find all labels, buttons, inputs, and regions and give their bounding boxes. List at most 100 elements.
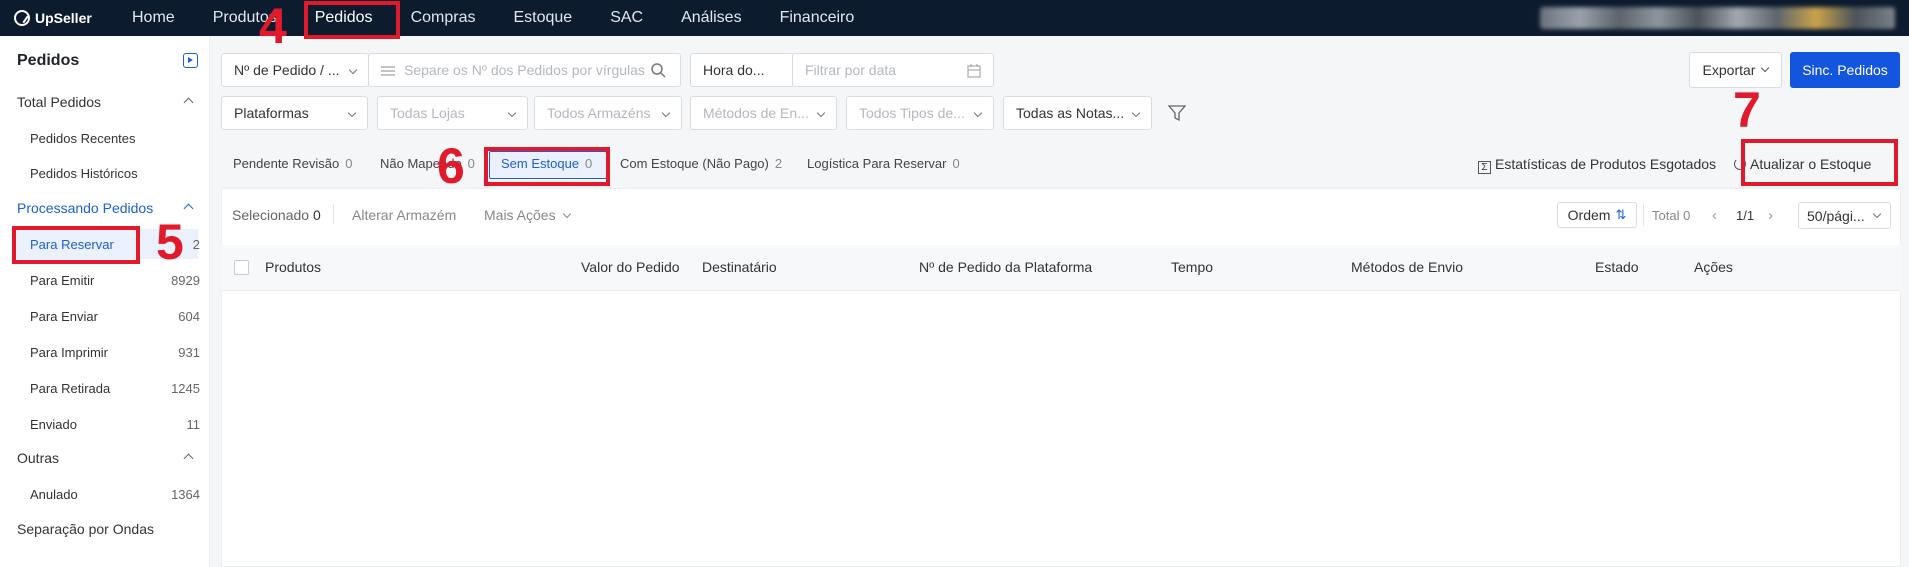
sidebar-item-separacao-ondas[interactable]: Separação por Ondas bbox=[0, 514, 210, 544]
sidebar-group-total-pedidos[interactable]: Total Pedidos bbox=[0, 87, 210, 117]
sidebar-group-label: Total Pedidos bbox=[17, 94, 102, 110]
sidebar-item-label: Enviado bbox=[30, 416, 77, 432]
select-value: Hora do... bbox=[703, 62, 765, 78]
ordem-button[interactable]: Ordem ⇅ bbox=[1557, 202, 1637, 228]
date-filter-input[interactable]: Filtrar por data bbox=[792, 53, 994, 87]
tab-count: 2 bbox=[774, 156, 783, 171]
armazens-select[interactable]: Todos Armazéns bbox=[534, 96, 682, 130]
divider bbox=[333, 204, 334, 224]
chevron-down-icon bbox=[973, 108, 983, 118]
sidebar-item-label: Anulado bbox=[30, 486, 78, 502]
date-placeholder: Filtrar por data bbox=[805, 62, 897, 78]
sidebar-item-para-retirada[interactable]: Para Retirada 1245 bbox=[0, 373, 210, 403]
sidebar-group-outras[interactable]: Outras bbox=[0, 443, 210, 473]
metodos-envio-select[interactable]: Métodos de En... bbox=[690, 96, 837, 130]
tab-count: 0 bbox=[952, 156, 960, 171]
chevron-down-icon bbox=[816, 108, 826, 118]
annotation-box-para-reservar bbox=[12, 226, 140, 264]
column-header-valor: Valor do Pedido bbox=[581, 259, 680, 275]
chevron-down-icon bbox=[563, 210, 572, 219]
nav-compras[interactable]: Compras bbox=[411, 0, 476, 36]
link-label: Estatísticas de Produtos Esgotados bbox=[1495, 156, 1717, 172]
annotation-number-7: 7 bbox=[1733, 82, 1761, 138]
tipos-select[interactable]: Todos Tipos de... bbox=[846, 96, 994, 130]
select-value: Todas as Notas... bbox=[1016, 105, 1125, 121]
tab-label: Com Estoque (Não Pago) bbox=[620, 156, 769, 171]
sidebar-item-para-enviar[interactable]: Para Enviar 604 bbox=[0, 301, 210, 331]
column-header-destinatario: Destinatário bbox=[702, 259, 777, 275]
annotation-number-6: 6 bbox=[437, 138, 465, 194]
select-value: 50/pági... bbox=[1807, 208, 1865, 224]
selecionado-label: Selecionado bbox=[232, 207, 310, 223]
sidebar-item-count: 1364 bbox=[171, 486, 200, 502]
sidebar-item-anulado[interactable]: Anulado 1364 bbox=[0, 479, 210, 509]
chevron-up-icon bbox=[183, 97, 194, 108]
nav-analises[interactable]: Análises bbox=[681, 0, 741, 36]
order-type-select[interactable]: Nº de Pedido / ... bbox=[221, 53, 369, 87]
sidebar-collapse-icon[interactable] bbox=[183, 53, 198, 68]
alterar-armazem-button[interactable]: Alterar Armazém bbox=[352, 207, 456, 223]
filter-icon[interactable] bbox=[1168, 104, 1186, 122]
nav-home[interactable]: Home bbox=[132, 0, 175, 36]
next-page-icon[interactable]: › bbox=[1768, 207, 1773, 224]
mais-acoes-dropdown[interactable]: Mais Ações bbox=[484, 207, 572, 223]
sidebar-item-count: 1245 bbox=[171, 380, 200, 396]
select-value: Métodos de En... bbox=[703, 105, 809, 121]
sidebar-item-label: Pedidos Recentes bbox=[30, 130, 136, 146]
nav-financeiro[interactable]: Financeiro bbox=[780, 0, 855, 36]
button-label: Sinc. Pedidos bbox=[1802, 62, 1888, 78]
hora-select[interactable]: Hora do... bbox=[690, 53, 794, 87]
select-all-checkbox[interactable] bbox=[234, 260, 249, 275]
sidebar: Pedidos Total Pedidos Pedidos Recentes P… bbox=[0, 36, 210, 567]
sinc-pedidos-button[interactable]: Sinc. Pedidos bbox=[1790, 52, 1900, 88]
nav-sac[interactable]: SAC bbox=[610, 0, 643, 36]
chevron-down-icon bbox=[1131, 108, 1141, 118]
sidebar-item-pedidos-historicos[interactable]: Pedidos Históricos bbox=[0, 158, 210, 188]
sidebar-title: Pedidos bbox=[17, 52, 80, 69]
lojas-select[interactable]: Todas Lojas bbox=[377, 96, 528, 130]
chevron-down-icon bbox=[661, 108, 671, 118]
button-label: Exportar bbox=[1702, 62, 1756, 78]
chevron-down-icon bbox=[1761, 63, 1770, 73]
order-search-input[interactable]: Separe os Nº dos Pedidos por vírgulas bbox=[368, 53, 681, 87]
tab-com-estoque[interactable]: Com Estoque (Não Pago) 2 bbox=[620, 156, 782, 174]
sidebar-item-pedidos-recentes[interactable]: Pedidos Recentes bbox=[0, 123, 210, 153]
dropdown-label: Mais Ações bbox=[484, 207, 556, 223]
chevron-down-icon bbox=[347, 108, 357, 118]
search-icon[interactable] bbox=[651, 63, 666, 78]
annotation-number-5: 5 bbox=[156, 214, 184, 270]
prev-page-icon[interactable]: ‹ bbox=[1712, 207, 1717, 224]
selecionado-count: 0 bbox=[312, 207, 321, 223]
upseller-logo[interactable]: UpSeller bbox=[14, 10, 132, 26]
column-header-acoes: Ações bbox=[1694, 259, 1733, 275]
tab-label: Logística Para Reservar bbox=[807, 156, 947, 171]
per-page-select[interactable]: 50/pági... bbox=[1798, 202, 1891, 229]
sidebar-item-label: Para Retirada bbox=[30, 380, 111, 396]
tab-logistica[interactable]: Logística Para Reservar 0 bbox=[807, 156, 960, 174]
logo-icon bbox=[14, 10, 30, 26]
sidebar-item-enviado[interactable]: Enviado 11 bbox=[0, 409, 210, 439]
sidebar-group-label: Outras bbox=[17, 450, 60, 466]
sidebar-item-para-imprimir[interactable]: Para Imprimir 931 bbox=[0, 337, 210, 367]
sidebar-item-label: Separação por Ondas bbox=[17, 521, 154, 537]
sort-icon: ⇅ bbox=[1615, 207, 1627, 222]
estatisticas-link[interactable]: Σ Estatísticas de Produtos Esgotados bbox=[1478, 156, 1716, 174]
page-indicator: 1/1 bbox=[1736, 208, 1755, 223]
select-value: Todos Tipos de... bbox=[859, 105, 965, 121]
sigma-icon: Σ bbox=[1478, 161, 1491, 174]
select-value: Plataformas bbox=[234, 105, 309, 121]
plataformas-select[interactable]: Plataformas bbox=[221, 96, 368, 130]
sidebar-item-count: 11 bbox=[186, 416, 201, 432]
tab-label: Pendente Revisão bbox=[233, 156, 340, 171]
tab-pendente-revisao[interactable]: Pendente Revisão 0 bbox=[233, 156, 352, 174]
select-value: Nº de Pedido / ... bbox=[234, 62, 340, 78]
column-header-estado: Estado bbox=[1595, 259, 1639, 275]
nav-estoque[interactable]: Estoque bbox=[513, 0, 572, 36]
chevron-up-icon bbox=[183, 203, 194, 214]
column-header-tempo: Tempo bbox=[1171, 259, 1214, 275]
tab-count: 0 bbox=[467, 156, 475, 171]
column-header-nro-plataforma: Nº de Pedido da Plataforma bbox=[919, 259, 1093, 275]
chevron-up-icon bbox=[183, 453, 194, 464]
sidebar-item-label: Para Enviar bbox=[30, 308, 98, 324]
notas-select[interactable]: Todas as Notas... bbox=[1003, 96, 1152, 130]
